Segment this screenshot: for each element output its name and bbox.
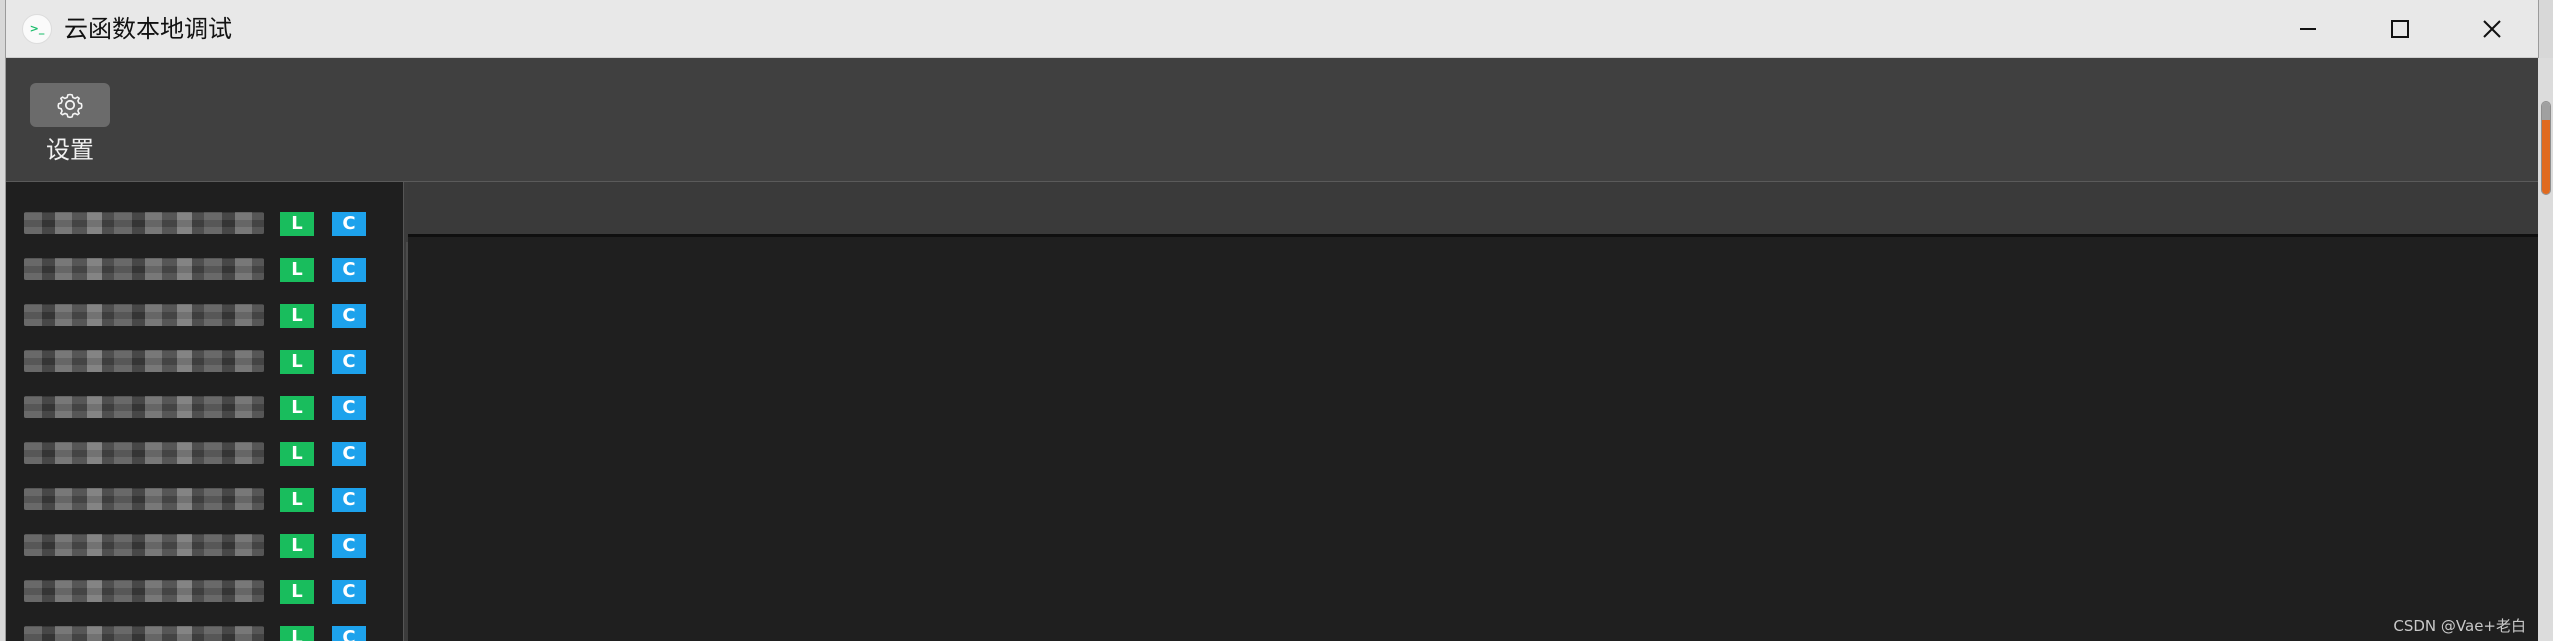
editor-tab-bar: [408, 182, 2538, 237]
settings-button[interactable]: 设置: [30, 83, 110, 181]
cloud-function-app-icon: >_: [22, 13, 52, 44]
app-icon-glyph: >_: [29, 22, 45, 35]
cloud-badge[interactable]: C: [332, 258, 366, 282]
function-list-item-1[interactable]: L C: [6, 200, 403, 246]
gear-icon: [57, 93, 83, 119]
redacted-function-name: [24, 488, 264, 510]
redacted-function-name: [24, 442, 264, 464]
settings-label: 设置: [46, 136, 94, 164]
function-list-item-3[interactable]: L C: [6, 292, 403, 338]
local-badge[interactable]: L: [280, 488, 314, 512]
cloud-badge[interactable]: C: [332, 350, 366, 374]
function-list-item-10[interactable]: L C: [6, 614, 403, 641]
maximize-button[interactable]: [2354, 0, 2446, 58]
redacted-function-name: [24, 396, 264, 418]
cloud-function-debug-window: >_ 云函数本地调试 设置 L C L C L C L C L C L C L …: [6, 0, 2538, 641]
local-badge[interactable]: L: [280, 258, 314, 282]
minimize-icon: [2300, 28, 2316, 30]
close-icon: [2483, 20, 2501, 38]
function-list: L C L C L C L C L C L C L C L C L C L C: [6, 200, 403, 641]
settings-icon-chip[interactable]: [30, 83, 110, 127]
cloud-badge[interactable]: C: [332, 396, 366, 420]
local-badge[interactable]: L: [280, 442, 314, 466]
watermark-text: CSDN @Vae+老白: [2393, 617, 2526, 635]
redacted-function-name: [24, 350, 264, 372]
function-list-item-7[interactable]: L C: [6, 476, 403, 522]
function-list-item-6[interactable]: L C: [6, 430, 403, 476]
function-list-sidebar[interactable]: L C L C L C L C L C L C L C L C L C L C: [6, 182, 403, 641]
local-badge[interactable]: L: [280, 212, 314, 236]
minimize-button[interactable]: [2262, 0, 2354, 58]
local-badge[interactable]: L: [280, 396, 314, 420]
redacted-function-name: [24, 212, 264, 234]
main-toolbar: 设置: [6, 58, 2538, 182]
function-list-item-8[interactable]: L C: [6, 522, 403, 568]
function-list-item-2[interactable]: L C: [6, 246, 403, 292]
local-badge[interactable]: L: [280, 534, 314, 558]
local-badge[interactable]: L: [280, 350, 314, 374]
outer-scrollbar[interactable]: [2538, 58, 2553, 641]
window-title-bar: >_ 云函数本地调试: [6, 0, 2538, 58]
close-button[interactable]: [2446, 0, 2538, 58]
maximize-icon: [2391, 20, 2409, 38]
local-badge[interactable]: L: [280, 304, 314, 328]
outer-scrollbar-thumb[interactable]: [2542, 102, 2550, 194]
cloud-badge[interactable]: C: [332, 534, 366, 558]
window-controls: [2262, 0, 2538, 58]
cloud-badge[interactable]: C: [332, 580, 366, 604]
redacted-function-name: [24, 258, 264, 280]
cloud-badge[interactable]: C: [332, 442, 366, 466]
cloud-badge[interactable]: C: [332, 212, 366, 236]
editor-area[interactable]: [408, 237, 2538, 641]
redacted-function-name: [24, 534, 264, 556]
local-badge[interactable]: L: [280, 626, 314, 641]
function-list-item-9[interactable]: L C: [6, 568, 403, 614]
cloud-badge[interactable]: C: [332, 304, 366, 328]
redacted-function-name: [24, 626, 264, 641]
redacted-function-name: [24, 304, 264, 326]
local-badge[interactable]: L: [280, 580, 314, 604]
function-list-item-4[interactable]: L C: [6, 338, 403, 384]
window-title: 云函数本地调试: [64, 14, 232, 43]
cloud-badge[interactable]: C: [332, 626, 366, 641]
redacted-function-name: [24, 580, 264, 602]
cloud-badge[interactable]: C: [332, 488, 366, 512]
function-list-item-5[interactable]: L C: [6, 384, 403, 430]
